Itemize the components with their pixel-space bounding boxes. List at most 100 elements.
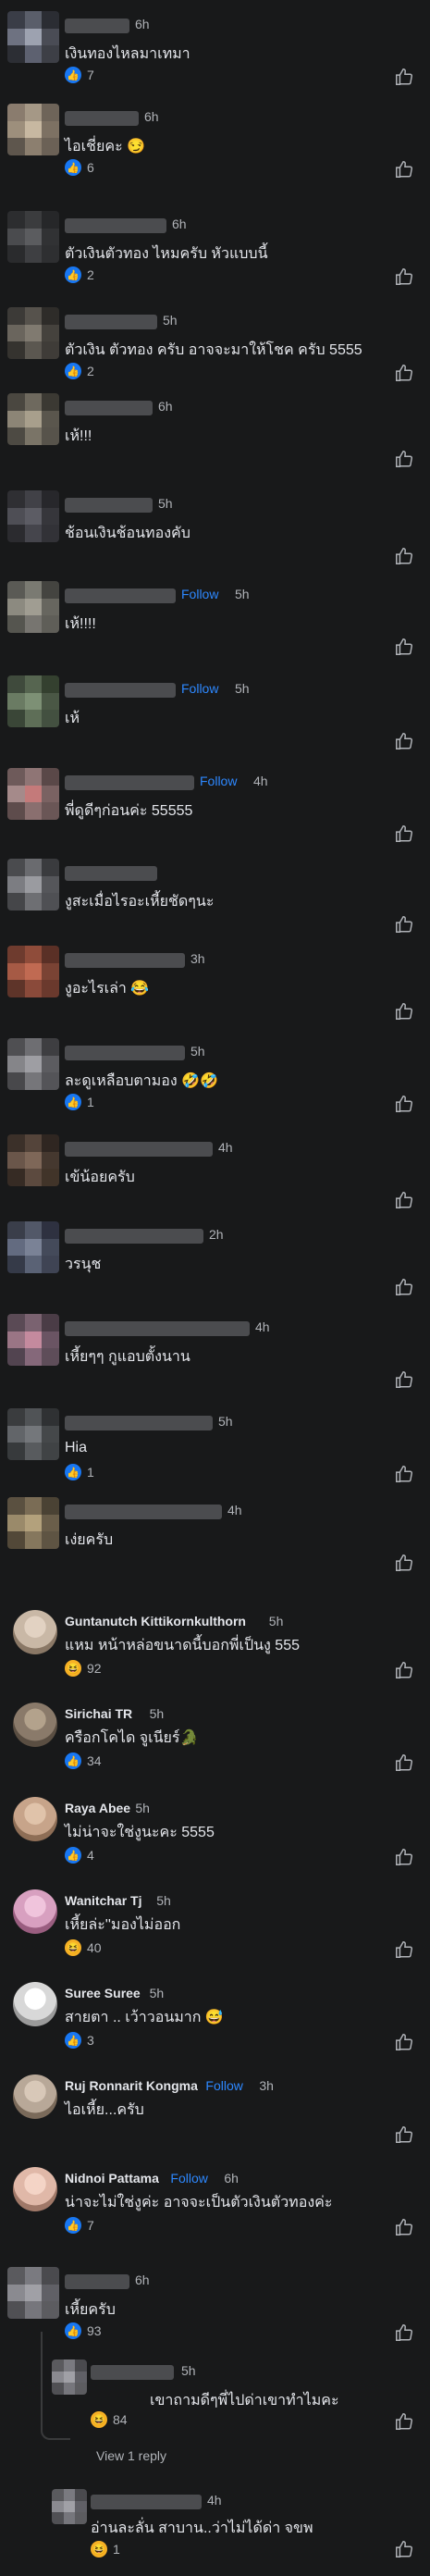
comment-time[interactable]: 6h <box>135 2273 150 2287</box>
view-replies-link[interactable]: View 1 reply <box>96 2448 166 2463</box>
comment-time[interactable]: 5h <box>218 1414 233 1429</box>
reaction-summary[interactable]: 😆 40 <box>65 1939 102 1956</box>
commenter-name-redacted[interactable] <box>65 1505 222 1519</box>
like-button[interactable] <box>394 1369 414 1390</box>
avatar[interactable] <box>13 1797 57 1841</box>
like-button[interactable] <box>394 2539 414 2559</box>
like-button[interactable] <box>394 1939 414 1960</box>
avatar[interactable] <box>7 393 59 445</box>
comment-time[interactable]: 6h <box>144 109 159 124</box>
comment-time[interactable]: 5h <box>181 2363 196 2378</box>
comment-time[interactable]: 5h <box>163 313 178 328</box>
commenter-name-redacted[interactable] <box>65 111 139 126</box>
comment-time[interactable]: 5h <box>150 1706 165 1721</box>
comment-time[interactable]: 5h <box>235 681 250 696</box>
follow-link[interactable]: Follow <box>170 2171 207 2186</box>
like-button[interactable] <box>394 546 414 566</box>
reaction-summary[interactable]: 👍 4 <box>65 1847 94 1864</box>
avatar[interactable] <box>7 675 59 727</box>
reaction-summary[interactable]: 😆 92 <box>65 1660 102 1677</box>
like-button[interactable] <box>394 2322 414 2343</box>
comment-time[interactable]: 2h <box>209 1227 224 1242</box>
commenter-name-redacted[interactable] <box>65 866 157 881</box>
like-button[interactable] <box>394 1190 414 1210</box>
comment-time[interactable]: 6h <box>158 399 173 414</box>
commenter-name-redacted[interactable] <box>65 19 129 33</box>
commenter-name-redacted[interactable] <box>65 953 185 968</box>
commenter-name-redacted[interactable] <box>65 1046 185 1060</box>
comment-time[interactable]: 4h <box>255 1319 270 1334</box>
avatar[interactable] <box>7 1134 59 1186</box>
avatar[interactable] <box>7 1497 59 1549</box>
reaction-summary[interactable]: 👍 2 <box>65 266 94 283</box>
like-button[interactable] <box>394 2411 414 2432</box>
like-button[interactable] <box>394 1094 414 1114</box>
commenter-name-redacted[interactable] <box>65 498 153 513</box>
comment-time[interactable]: 4h <box>218 1140 233 1155</box>
like-button[interactable] <box>394 1464 414 1484</box>
comment-time[interactable]: 3h <box>259 2078 274 2093</box>
commenter-name[interactable]: Nidnoi Pattama <box>65 2171 159 2186</box>
like-button[interactable] <box>394 1660 414 1680</box>
comment-time[interactable]: 3h <box>190 951 205 966</box>
avatar[interactable] <box>7 1408 59 1460</box>
commenter-name-redacted[interactable] <box>91 2495 202 2509</box>
comment-time[interactable]: 5h <box>150 1986 165 2000</box>
avatar[interactable] <box>52 2359 87 2395</box>
follow-link[interactable]: Follow <box>181 681 218 696</box>
commenter-name[interactable]: Guntanutch Kittikornkulthorn <box>65 1614 246 1629</box>
avatar[interactable] <box>7 1314 59 1366</box>
commenter-name[interactable]: Ruj Ronnarit Kongma <box>65 2078 198 2093</box>
commenter-name-redacted[interactable] <box>65 588 176 603</box>
like-button[interactable] <box>394 1847 414 1867</box>
like-button[interactable] <box>394 449 414 469</box>
like-button[interactable] <box>394 363 414 383</box>
commenter-name-redacted[interactable] <box>65 1142 213 1157</box>
commenter-name-redacted[interactable] <box>65 1321 250 1336</box>
avatar[interactable] <box>7 581 59 633</box>
comment-time[interactable]: 5h <box>269 1614 284 1629</box>
like-button[interactable] <box>394 2032 414 2052</box>
avatar[interactable] <box>7 307 59 359</box>
reaction-summary[interactable]: 😆 84 <box>91 2411 128 2428</box>
reaction-summary[interactable]: 👍 1 <box>65 1464 94 1480</box>
like-button[interactable] <box>394 159 414 180</box>
avatar[interactable] <box>7 2267 59 2319</box>
avatar[interactable] <box>7 490 59 542</box>
like-button[interactable] <box>394 637 414 657</box>
commenter-name-redacted[interactable] <box>65 218 166 233</box>
avatar[interactable] <box>52 2489 87 2524</box>
like-button[interactable] <box>394 731 414 751</box>
avatar[interactable] <box>7 1221 59 1273</box>
commenter-name-redacted[interactable] <box>65 1416 213 1430</box>
commenter-name[interactable]: Raya Abee <box>65 1801 130 1815</box>
like-button[interactable] <box>394 1553 414 1573</box>
like-button[interactable] <box>394 266 414 287</box>
avatar[interactable] <box>13 1889 57 1934</box>
comment-time[interactable]: 5h <box>235 587 250 601</box>
comment-time[interactable]: 5h <box>190 1044 205 1059</box>
reaction-summary[interactable]: 👍 34 <box>65 1752 102 1769</box>
commenter-name[interactable]: Suree Suree <box>65 1986 141 2000</box>
commenter-name-redacted[interactable] <box>65 315 157 329</box>
avatar[interactable] <box>13 1982 57 2026</box>
reaction-summary[interactable]: 👍 6 <box>65 159 94 176</box>
avatar[interactable] <box>7 946 59 997</box>
avatar[interactable] <box>7 104 59 155</box>
like-button[interactable] <box>394 914 414 935</box>
commenter-name[interactable]: Sirichai TR <box>65 1706 132 1721</box>
avatar[interactable] <box>7 211 59 263</box>
reaction-summary[interactable]: 👍 3 <box>65 2032 94 2049</box>
like-button[interactable] <box>394 824 414 844</box>
avatar[interactable] <box>13 2167 57 2211</box>
comment-time[interactable]: 6h <box>135 17 150 31</box>
like-button[interactable] <box>394 1001 414 1022</box>
avatar[interactable] <box>7 11 59 63</box>
reaction-summary[interactable]: 👍 2 <box>65 363 94 379</box>
reaction-summary[interactable]: 👍 1 <box>65 1094 94 1110</box>
comment-time[interactable]: 4h <box>207 2493 222 2508</box>
reaction-summary[interactable]: 👍 7 <box>65 2217 94 2234</box>
comment-time[interactable]: 4h <box>227 1503 242 1517</box>
like-button[interactable] <box>394 2217 414 2237</box>
avatar[interactable] <box>13 1703 57 1747</box>
